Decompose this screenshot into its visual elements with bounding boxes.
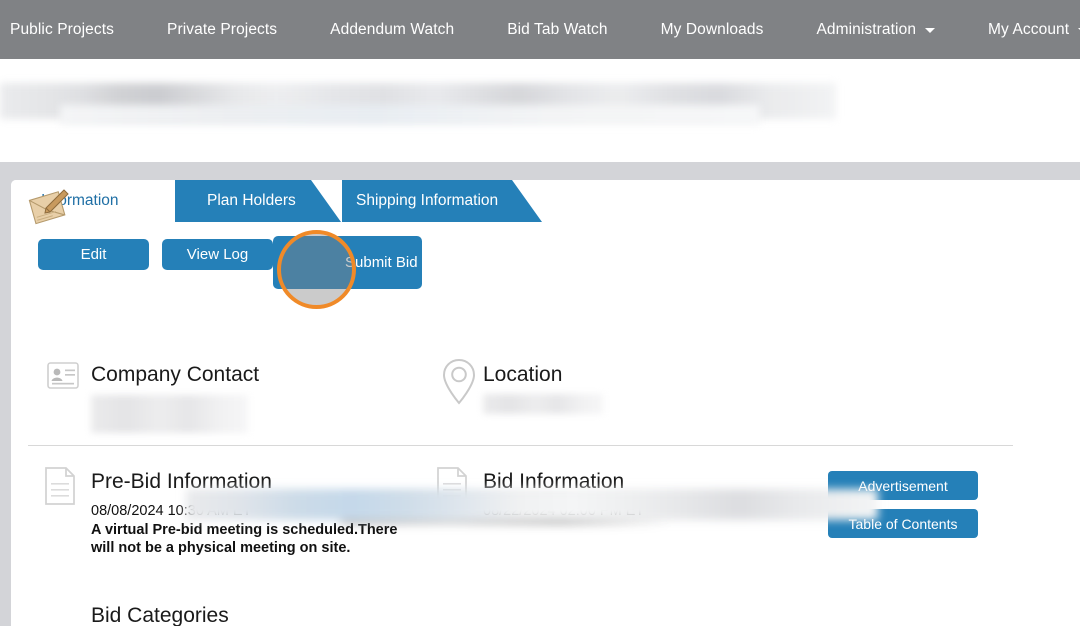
envelope-pen-icon — [25, 188, 71, 226]
page-root: Public Projects Private Projects Addendu… — [0, 0, 1080, 626]
nav-item-addendum-watch[interactable]: Addendum Watch — [330, 21, 454, 39]
nav-label: My Account — [988, 21, 1069, 39]
bid-categories-heading: Bid Categories — [91, 604, 229, 626]
nav-item-public-projects[interactable]: Public Projects — [10, 21, 114, 39]
nav-label: Administration — [816, 21, 916, 39]
prebid-note: A virtual Pre-bid meeting is scheduled.T… — [91, 521, 406, 557]
contact-card-icon — [47, 362, 79, 389]
location-heading: Location — [483, 363, 562, 387]
edit-button[interactable]: Edit — [38, 239, 149, 270]
tab-plan-holders[interactable]: Plan Holders — [175, 180, 341, 222]
section-divider — [28, 445, 1013, 446]
nav-item-my-account[interactable]: My Account — [988, 21, 1080, 39]
submit-bid-label: Submit Bid — [345, 254, 418, 271]
redacted-location-value — [483, 394, 603, 414]
redacted-project-title — [186, 489, 878, 520]
content-card: Information Plan Holders Shipping Inform… — [11, 180, 1080, 626]
tab-label: Shipping Information — [356, 192, 498, 210]
nav-item-private-projects[interactable]: Private Projects — [167, 21, 277, 39]
nav-item-administration[interactable]: Administration — [816, 21, 935, 39]
nav-item-bid-tab-watch[interactable]: Bid Tab Watch — [507, 21, 607, 39]
chevron-down-icon — [925, 28, 935, 33]
view-log-button[interactable]: View Log — [162, 239, 273, 270]
submit-bid-button[interactable]: Submit Bid — [273, 236, 422, 289]
nav-label: Private Projects — [167, 21, 277, 39]
tab-label: Plan Holders — [207, 192, 296, 210]
nav-item-my-downloads[interactable]: My Downloads — [661, 21, 764, 39]
nav-label: Public Projects — [10, 21, 114, 39]
document-icon — [45, 467, 75, 505]
site-banner — [0, 59, 1080, 162]
map-pin-icon — [441, 358, 477, 406]
nav-label: Addendum Watch — [330, 21, 454, 39]
nav-label: Bid Tab Watch — [507, 21, 607, 39]
top-navbar: Public Projects Private Projects Addendu… — [0, 0, 1080, 59]
tab-shipping-information[interactable]: Shipping Information — [342, 180, 542, 222]
redacted-company-contact-value — [91, 395, 248, 433]
page-left-gutter — [0, 162, 11, 626]
company-contact-heading: Company Contact — [91, 363, 259, 387]
redacted-banner-text — [60, 105, 760, 125]
nav-label: My Downloads — [661, 21, 764, 39]
